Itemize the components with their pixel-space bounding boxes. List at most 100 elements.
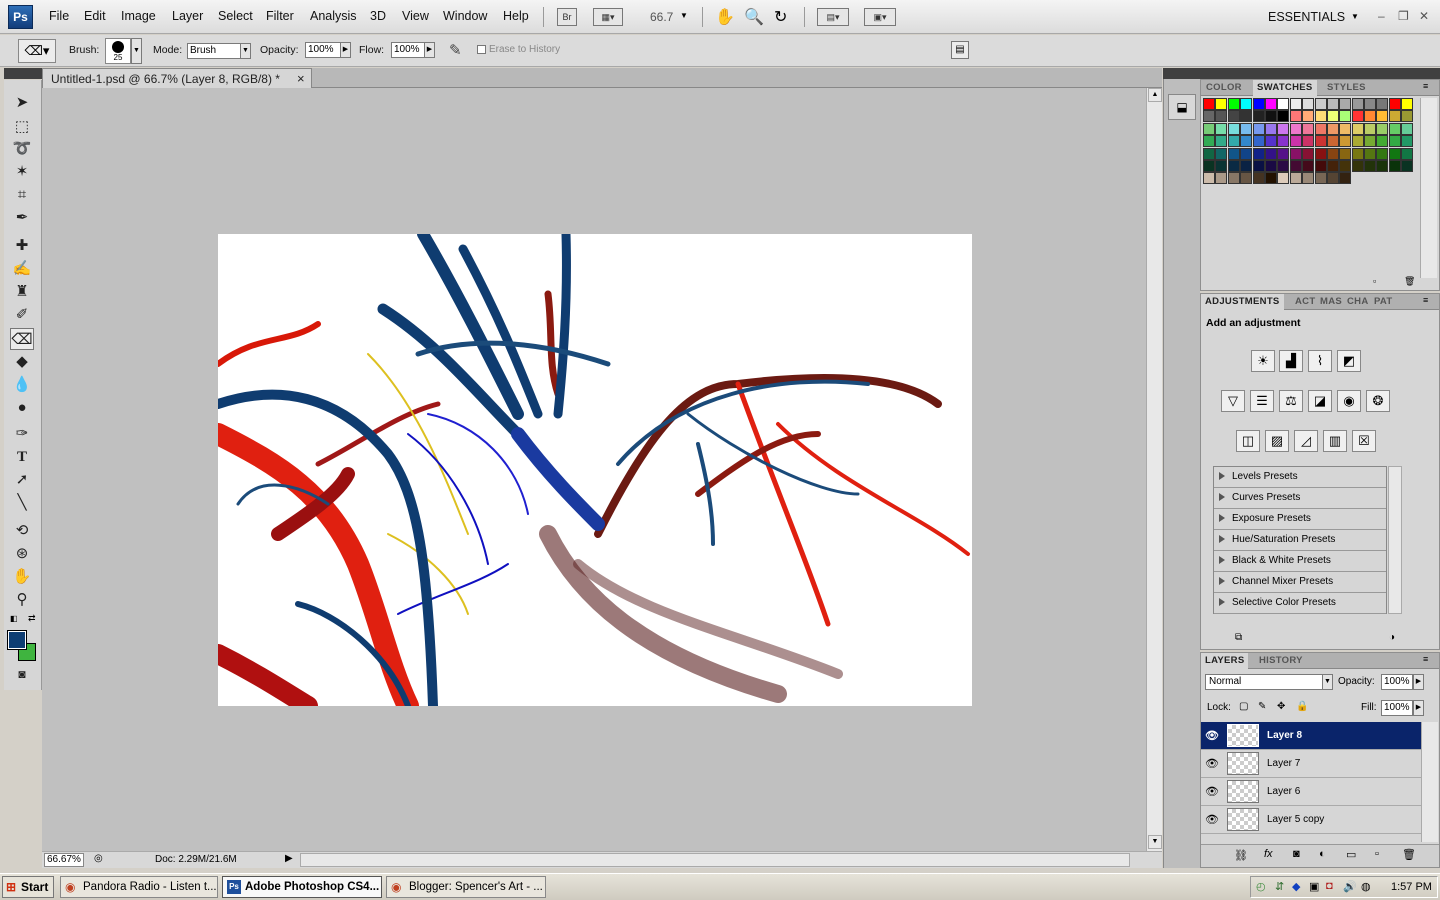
- view-extras-button[interactable]: ▦▾: [593, 8, 623, 26]
- color-swatch[interactable]: [1203, 147, 1215, 160]
- taskbar-button-blogger[interactable]: ◉ Blogger: Spencer's Art - ...: [386, 876, 546, 898]
- color-swatch[interactable]: [1227, 159, 1240, 172]
- tool-palette-icon[interactable]: ▤: [951, 41, 969, 59]
- brush-tool-icon[interactable]: ✍: [10, 258, 34, 280]
- tray-network-icon[interactable]: ⇵: [1275, 880, 1284, 893]
- color-swatch[interactable]: [1240, 159, 1253, 172]
- color-swatch[interactable]: [1227, 147, 1240, 160]
- menu-help[interactable]: Help: [503, 9, 529, 23]
- color-swatch[interactable]: [1252, 98, 1265, 110]
- color-swatch[interactable]: [1227, 110, 1240, 123]
- color-swatch[interactable]: [1277, 172, 1290, 185]
- color-swatch[interactable]: [1203, 110, 1215, 123]
- color-swatch[interactable]: [1314, 135, 1327, 148]
- tray-volume-icon[interactable]: 🔊: [1343, 880, 1357, 893]
- status-info-icon[interactable]: ◎: [94, 853, 103, 864]
- opacity-slider-icon[interactable]: ▶: [340, 42, 351, 58]
- color-swatch[interactable]: [1277, 159, 1290, 172]
- color-swatch[interactable]: [1227, 122, 1240, 135]
- color-swatch[interactable]: [1326, 98, 1339, 110]
- color-swatch[interactable]: [1264, 98, 1277, 110]
- delete-swatch-icon[interactable]: 🗑: [1404, 276, 1415, 287]
- color-swatch[interactable]: [1289, 147, 1302, 160]
- color-swatch[interactable]: [1351, 110, 1364, 123]
- color-swatch[interactable]: [1215, 147, 1228, 160]
- history-brush-icon[interactable]: ✐: [10, 304, 34, 326]
- color-swatch[interactable]: [1215, 172, 1228, 185]
- color-swatch[interactable]: [1252, 122, 1265, 135]
- menu-view[interactable]: View: [402, 9, 429, 23]
- scroll-down-icon[interactable]: ▼: [1148, 835, 1162, 849]
- color-swatch[interactable]: [1302, 110, 1315, 123]
- restore-button[interactable]: ❐: [1398, 9, 1409, 23]
- rotate-view-icon[interactable]: ↻: [774, 7, 787, 27]
- mode-select[interactable]: Brush: [187, 43, 242, 59]
- zoom-tool-icon[interactable]: 🔍: [744, 7, 764, 27]
- default-colors-icon[interactable]: ◧: [10, 614, 18, 623]
- paint-bucket-icon[interactable]: ◆: [10, 351, 34, 373]
- panel-dock-header[interactable]: [1163, 68, 1440, 79]
- color-swatch[interactable]: [1388, 98, 1401, 110]
- clone-stamp-icon[interactable]: ♜: [10, 281, 34, 303]
- tray-app-icon[interactable]: ◴: [1256, 880, 1266, 893]
- color-balance-icon[interactable]: ⚖: [1279, 390, 1303, 412]
- panel-menu-icon[interactable]: ≡: [1423, 81, 1428, 91]
- zoom-level[interactable]: 66.7: [650, 10, 673, 24]
- color-swatch[interactable]: [1339, 135, 1352, 148]
- color-swatch[interactable]: [1264, 159, 1277, 172]
- artwork-canvas[interactable]: [218, 234, 972, 706]
- minimize-button[interactable]: –: [1378, 9, 1385, 23]
- brightness-contrast-icon[interactable]: ☀: [1251, 350, 1275, 372]
- color-swatch[interactable]: [1215, 135, 1228, 148]
- color-swatch[interactable]: [1401, 122, 1414, 135]
- tray-info-icon[interactable]: ◍: [1361, 880, 1371, 893]
- color-swatch[interactable]: [1326, 110, 1339, 123]
- color-swatch[interactable]: [1351, 159, 1364, 172]
- marquee-tool-icon[interactable]: ⬚: [10, 116, 34, 138]
- color-swatch[interactable]: [1302, 159, 1315, 172]
- panel-menu-icon[interactable]: ≡: [1423, 654, 1428, 664]
- preset-curves[interactable]: Curves Presets: [1214, 488, 1386, 509]
- healing-brush-icon[interactable]: ✚: [10, 235, 34, 257]
- adjustment-options-icon[interactable]: ◑: [1389, 632, 1395, 643]
- screen-mode-button[interactable]: ▣▾: [864, 8, 896, 26]
- color-swatch[interactable]: [1364, 147, 1377, 160]
- move-tool-icon[interactable]: ➤: [10, 92, 34, 114]
- crop-tool-icon[interactable]: ⌗: [10, 184, 34, 206]
- color-swatch[interactable]: [1289, 159, 1302, 172]
- menu-edit[interactable]: Edit: [84, 9, 106, 23]
- horizontal-scrollbar[interactable]: [300, 853, 1130, 867]
- color-swatch[interactable]: [1401, 159, 1414, 172]
- gradient-map-icon[interactable]: ▥: [1323, 430, 1347, 452]
- color-swatch[interactable]: [1314, 147, 1327, 160]
- color-swatch[interactable]: [1289, 135, 1302, 148]
- airbrush-icon[interactable]: ✎: [449, 41, 462, 59]
- color-swatch[interactable]: [1376, 122, 1389, 135]
- layer-row[interactable]: 👁 Layer 6: [1201, 778, 1421, 806]
- arrange-documents-button[interactable]: ▤▾: [817, 8, 849, 26]
- color-swatch[interactable]: [1252, 147, 1265, 160]
- color-swatch[interactable]: [1339, 122, 1352, 135]
- layer-row[interactable]: 👁 Layer 5 copy: [1201, 806, 1421, 834]
- color-swatch[interactable]: [1252, 110, 1265, 123]
- tab-actions[interactable]: ACT: [1295, 296, 1315, 307]
- path-selection-icon[interactable]: ➚: [10, 469, 34, 491]
- color-swatch[interactable]: [1277, 135, 1290, 148]
- menu-select[interactable]: Select: [218, 9, 253, 23]
- color-swatch[interactable]: [1351, 147, 1364, 160]
- vertical-scrollbar[interactable]: ▲ ▼: [1146, 88, 1162, 851]
- adjustment-layer-icon[interactable]: ◐: [1319, 848, 1326, 860]
- navigator-panel-icon[interactable]: ⬓: [1168, 94, 1196, 120]
- magic-wand-icon[interactable]: ✶: [10, 161, 34, 183]
- color-swatch[interactable]: [1227, 172, 1240, 185]
- color-swatch[interactable]: [1401, 98, 1414, 110]
- menu-layer[interactable]: Layer: [172, 9, 203, 23]
- menu-analysis[interactable]: Analysis: [310, 9, 357, 23]
- color-swatch[interactable]: [1289, 98, 1302, 110]
- color-swatch[interactable]: [1388, 159, 1401, 172]
- color-swatch[interactable]: [1277, 147, 1290, 160]
- color-swatch[interactable]: [1203, 172, 1215, 185]
- color-swatch[interactable]: [1388, 110, 1401, 123]
- 3d-orbit-icon[interactable]: ⊛: [10, 543, 34, 565]
- panel-menu-icon[interactable]: ≡: [1423, 295, 1428, 305]
